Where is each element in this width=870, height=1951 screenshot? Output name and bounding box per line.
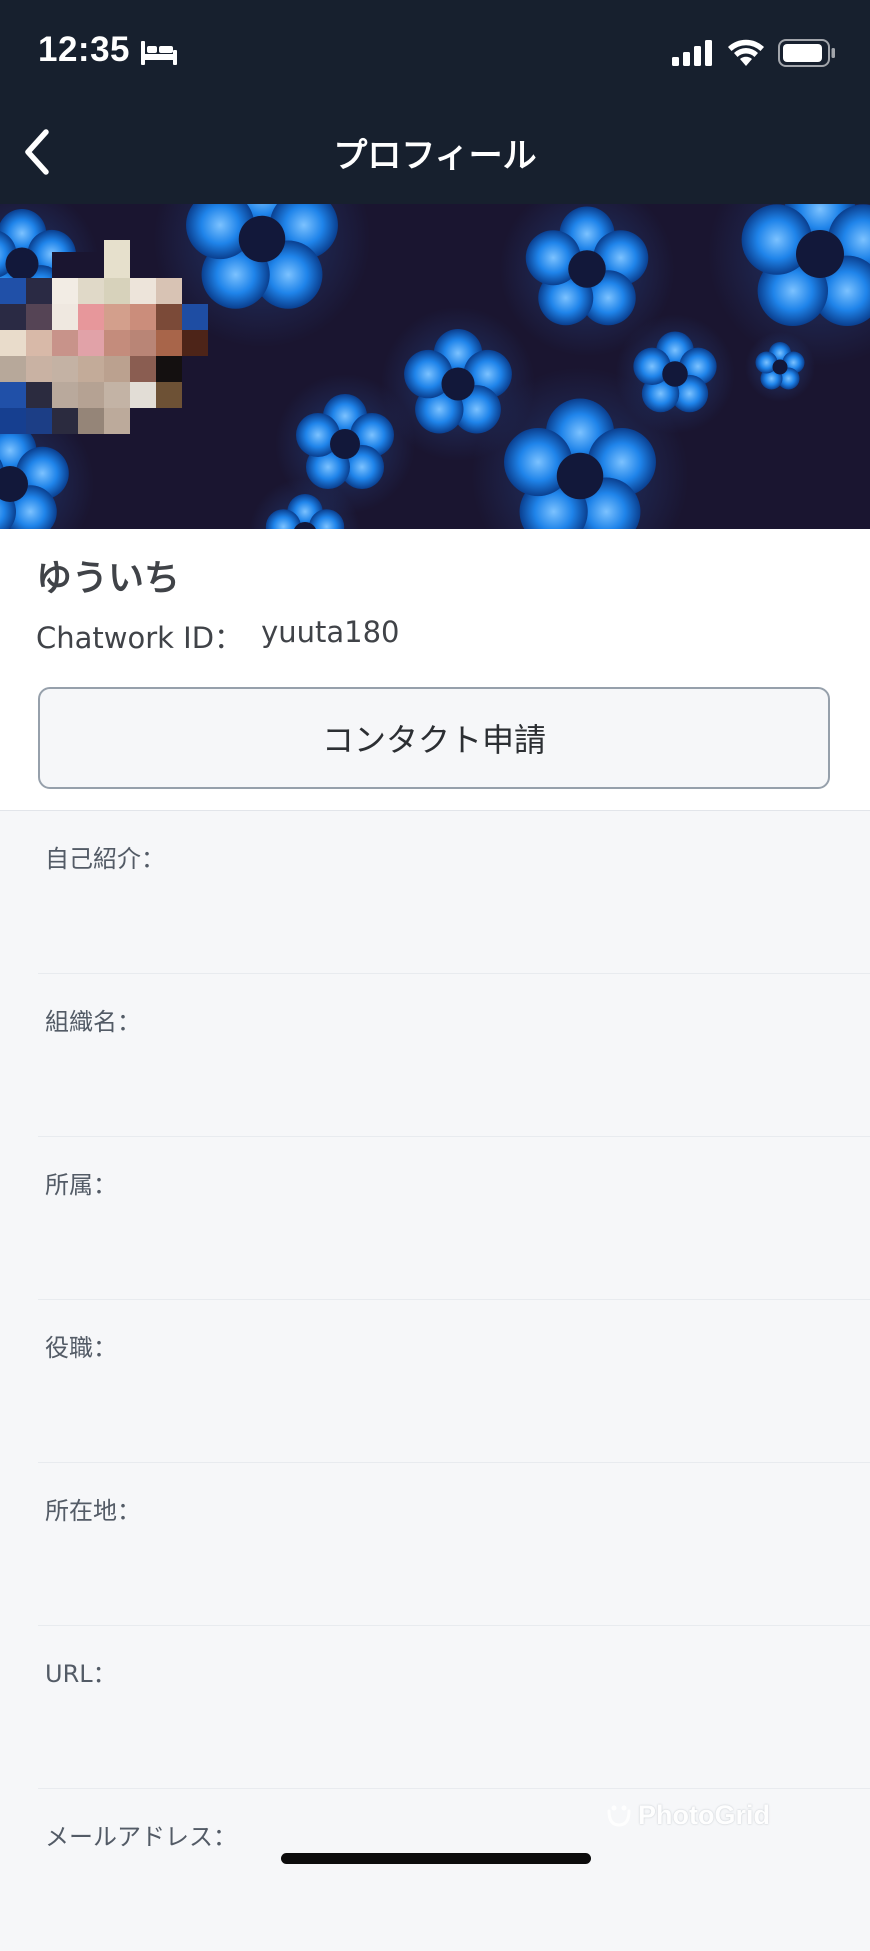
avatar (0, 240, 208, 434)
field-label: 役職： (45, 1334, 117, 1362)
profile-fields-list: 自己紹介： 組織名： 所属： 役職： 所在地： URL： メールアドレス： (0, 811, 870, 1951)
app-header: 12:35 プロフィール (0, 0, 870, 204)
field-label: 所属： (45, 1171, 117, 1199)
field-label: 自己紹介： (45, 845, 165, 873)
field-organization: 組織名： (38, 974, 870, 1137)
profile-info: ゆういち Chatwork ID： yuuta180 コンタクト申請 (0, 529, 870, 811)
field-label: URL： (45, 1660, 117, 1688)
field-url: URL： (38, 1626, 870, 1789)
wifi-icon (728, 39, 764, 66)
field-label: 組織名： (45, 1008, 141, 1036)
field-self-introduction: 自己紹介： (38, 811, 870, 974)
cellular-signal-icon (672, 40, 712, 66)
watermark-text: PhotoGrid (638, 1800, 770, 1830)
field-label: メールアドレス： (45, 1823, 237, 1851)
field-department: 所属： (38, 1137, 870, 1300)
profile-name: ゆういち (36, 558, 181, 599)
chatwork-id-row: Chatwork ID： yuuta180 (36, 615, 399, 657)
field-location: 所在地： (38, 1463, 870, 1626)
field-title: 役職： (38, 1300, 870, 1463)
photogrid-watermark: PhotoGrid (606, 1800, 770, 1831)
status-indicators (672, 36, 836, 70)
page-title: プロフィール (333, 136, 537, 176)
contact-request-button[interactable]: コンタクト申請 (38, 687, 830, 789)
sleep-bed-icon (141, 41, 177, 65)
field-label: 所在地： (45, 1497, 141, 1525)
photogrid-logo-icon (607, 1805, 631, 1827)
home-indicator[interactable] (281, 1853, 591, 1864)
profile-cover-image (0, 204, 870, 529)
chatwork-id-value: yuuta180 (261, 615, 400, 649)
battery-icon (778, 39, 835, 67)
chatwork-id-label: Chatwork ID： (36, 621, 244, 655)
status-time: 12:35 (38, 30, 131, 69)
